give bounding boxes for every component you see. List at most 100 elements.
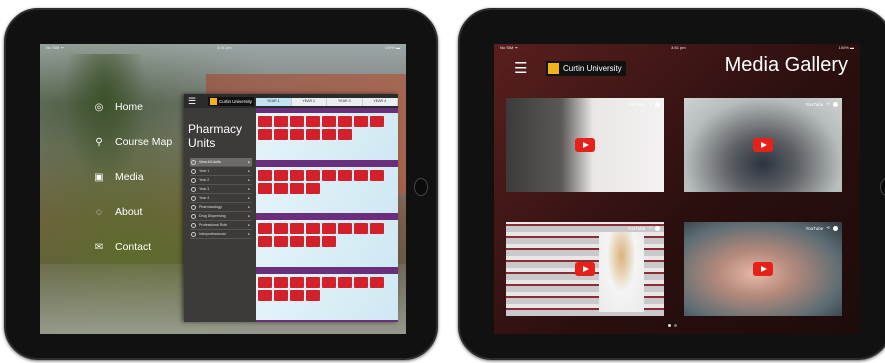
unit-tile[interactable] xyxy=(290,116,304,127)
tab-year-4[interactable]: YEAR 4 xyxy=(362,98,398,106)
video-thumbnail-1[interactable]: YouTube ⋖ xyxy=(506,98,664,192)
filter-item-year-3[interactable]: Year 3 ▸ xyxy=(190,185,252,194)
chevron-right-icon: ▸ xyxy=(248,160,250,164)
unit-tile[interactable] xyxy=(370,276,384,288)
menu-item-home[interactable]: ◎ Home xyxy=(92,96,172,118)
unit-tile[interactable] xyxy=(306,182,320,194)
share-icon[interactable]: ⋖ xyxy=(826,225,830,231)
unit-tile[interactable] xyxy=(338,169,352,181)
filter-item-year-1[interactable]: Year 1 ▸ xyxy=(190,167,252,176)
unit-tile[interactable] xyxy=(338,276,352,288)
unit-tile[interactable] xyxy=(290,129,304,140)
unit-tile[interactable] xyxy=(338,129,352,140)
unit-tile[interactable] xyxy=(322,129,336,140)
unit-tile[interactable] xyxy=(370,116,384,127)
video-thumbnail-2[interactable]: YouTube ⋖ xyxy=(684,98,842,192)
play-button-icon[interactable] xyxy=(575,262,595,276)
share-icon[interactable]: ⋖ xyxy=(648,225,652,231)
chevron-right-icon: ▸ xyxy=(248,232,250,236)
unit-tile[interactable] xyxy=(258,116,272,127)
filter-item-year-4[interactable]: Year 4 ▸ xyxy=(190,194,252,203)
filter-item-view-all[interactable]: View All Units ▸ xyxy=(190,158,252,167)
unit-tile[interactable] xyxy=(290,276,304,288)
unit-tile[interactable] xyxy=(338,223,352,234)
play-button-icon[interactable] xyxy=(753,138,773,152)
video-thumbnail-4[interactable]: YouTube ⋖ xyxy=(684,222,842,316)
tab-year-3[interactable]: YEAR 3 xyxy=(327,98,363,106)
unit-tile[interactable] xyxy=(274,129,288,140)
tab-year-1[interactable]: YEAR 1 xyxy=(256,98,292,106)
menu-item-about[interactable]: ◌ About xyxy=(92,201,172,223)
info-icon[interactable] xyxy=(655,101,660,107)
unit-tile[interactable] xyxy=(258,276,272,288)
pharmacy-units-panel[interactable]: ☰ Curtin University Pharmacy Units View … xyxy=(184,94,398,322)
unit-tile[interactable] xyxy=(290,223,304,234)
unit-tile[interactable] xyxy=(258,289,272,301)
home-button[interactable] xyxy=(414,178,428,196)
filter-item-professional-role[interactable]: Professional Role ▸ xyxy=(190,221,252,230)
unit-tile[interactable] xyxy=(370,223,384,234)
unit-tile[interactable] xyxy=(306,236,320,247)
unit-tile[interactable] xyxy=(274,276,288,288)
menu-item-media[interactable]: ▣ Media xyxy=(92,166,172,188)
unit-tile[interactable] xyxy=(306,289,320,301)
page-indicator[interactable] xyxy=(668,324,677,327)
unit-tile[interactable] xyxy=(354,223,368,234)
filter-item-interprofessional[interactable]: Interprofessional ▸ xyxy=(190,230,252,239)
filter-item-year-2[interactable]: Year 2 ▸ xyxy=(190,176,252,185)
filter-item-drug-dispensing[interactable]: Drug Dispensing ▸ xyxy=(190,212,252,221)
page-dot xyxy=(674,324,677,327)
unit-tile[interactable] xyxy=(306,129,320,140)
time-label: 3:51 pm xyxy=(217,45,232,50)
menu-item-contact[interactable]: ✉ Contact xyxy=(92,236,172,258)
unit-tile[interactable] xyxy=(274,116,288,127)
units-grid xyxy=(256,108,398,322)
unit-tile[interactable] xyxy=(258,236,272,247)
unit-tile[interactable] xyxy=(322,236,336,247)
tab-year-2[interactable]: YEAR 2 xyxy=(291,98,327,106)
unit-tile[interactable] xyxy=(322,116,336,127)
unit-tile[interactable] xyxy=(290,182,304,194)
unit-tile[interactable] xyxy=(306,116,320,127)
info-icon[interactable] xyxy=(655,225,660,231)
unit-tile[interactable] xyxy=(258,182,272,194)
unit-tile[interactable] xyxy=(306,276,320,288)
unit-tile[interactable] xyxy=(322,223,336,234)
filter-label: Professional Role xyxy=(199,223,228,227)
unit-tile[interactable] xyxy=(290,236,304,247)
unit-tile[interactable] xyxy=(274,182,288,194)
home-button[interactable] xyxy=(880,178,885,196)
unit-tile[interactable] xyxy=(258,223,272,234)
unit-tile[interactable] xyxy=(338,116,352,127)
unit-tile[interactable] xyxy=(306,223,320,234)
unit-tile[interactable] xyxy=(258,129,272,140)
unit-tile[interactable] xyxy=(274,169,288,181)
hamburger-icon[interactable]: ☰ xyxy=(188,96,196,107)
unit-tile[interactable] xyxy=(290,169,304,181)
unit-tile[interactable] xyxy=(258,169,272,181)
play-button-icon[interactable] xyxy=(575,138,595,152)
unit-tile[interactable] xyxy=(354,276,368,288)
unit-tile[interactable] xyxy=(370,169,384,181)
tablet-right: No SIM ᯤ 3:51 pm 100% ▬ ☰ Curtin Univers… xyxy=(458,8,885,360)
unit-tile[interactable] xyxy=(290,289,304,301)
filter-item-pharmacology[interactable]: Pharmacology ▸ xyxy=(190,203,252,212)
play-button-icon[interactable] xyxy=(753,262,773,276)
menu-item-course-map[interactable]: ⚲ Course Map xyxy=(92,131,172,153)
share-icon[interactable]: ⋖ xyxy=(826,101,830,107)
unit-tile[interactable] xyxy=(322,169,336,181)
hamburger-icon[interactable]: ☰ xyxy=(514,59,527,77)
share-icon[interactable]: ⋖ xyxy=(648,101,652,107)
unit-tile[interactable] xyxy=(322,276,336,288)
unit-tile[interactable] xyxy=(274,236,288,247)
info-icon[interactable] xyxy=(833,225,838,231)
unit-tile[interactable] xyxy=(354,169,368,181)
unit-tile[interactable] xyxy=(306,169,320,181)
video-thumbnail-3[interactable]: YouTube ⋖ xyxy=(506,222,664,316)
speech-bubble-icon: ◌ xyxy=(96,206,102,218)
info-icon[interactable] xyxy=(833,101,838,107)
right-screen: No SIM ᯤ 3:51 pm 100% ▬ ☰ Curtin Univers… xyxy=(494,44,860,334)
unit-tile[interactable] xyxy=(274,223,288,234)
unit-tile[interactable] xyxy=(354,116,368,127)
unit-tile[interactable] xyxy=(274,289,288,301)
